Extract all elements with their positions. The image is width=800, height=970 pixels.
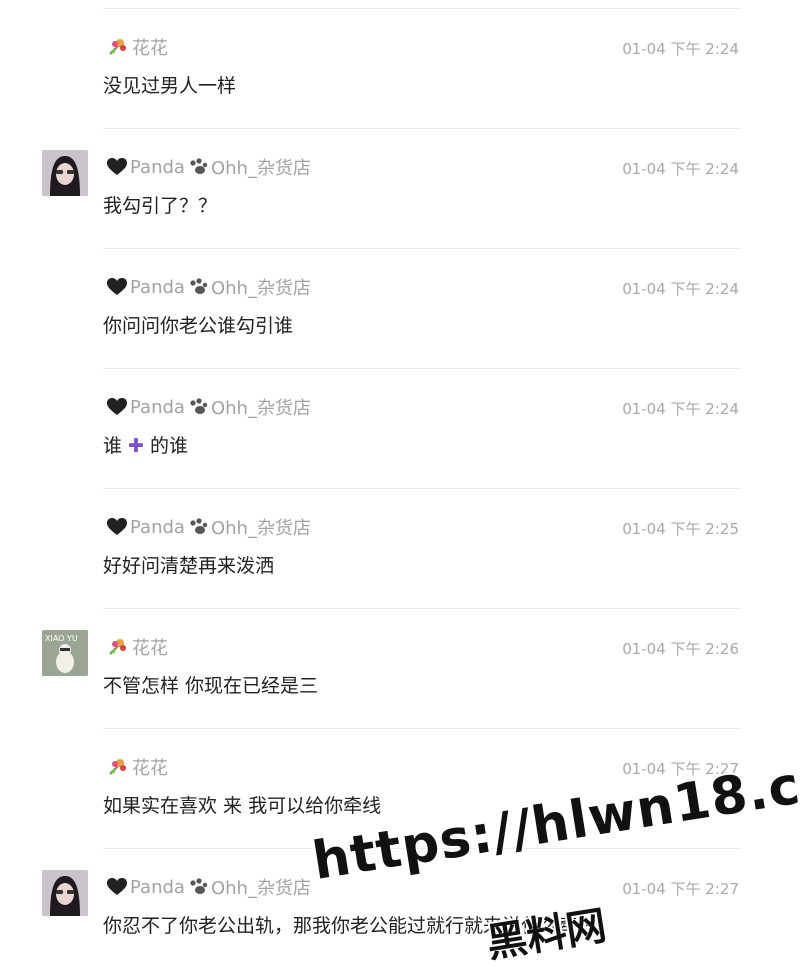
sender-line: Panda Ohh_杂货店 [107,276,311,299]
sender-name[interactable]: Panda [130,277,185,298]
plus-emoji: ✚ [128,435,144,457]
timestamp: 01-04 下午 2:24 [622,400,739,418]
paw-icon [188,518,208,536]
timestamp: 01-04 下午 2:27 [622,760,739,778]
bouquet-icon [107,757,129,777]
sender-line: Panda Ohh_杂货店 [107,156,311,179]
timestamp: 01-04 下午 2:24 [622,280,739,298]
message-item[interactable]: XIAO YU 花花 01-04 下午 2:26 不管怎样 你现在已经是三 [0,609,800,729]
heart-icon [107,878,127,896]
sender-suffix: Ohh_杂货店 [210,518,311,539]
timestamp: 01-04 下午 2:24 [622,40,739,58]
message-text: 谁 ✚ 的谁 [103,435,189,457]
sender-name[interactable]: 花花 [132,754,168,780]
sender-suffix: Ohh_杂货店 [210,398,311,419]
message-text: 没见过男人一样 [103,75,237,97]
sender-line: Panda Ohh_杂货店 [107,396,311,419]
sender-name[interactable]: Panda [130,877,185,898]
paw-icon [188,158,208,176]
timestamp: 01-04 下午 2:25 [622,520,739,538]
message-text: 如果实在喜欢 来 我可以给你牵线 [103,795,382,817]
bouquet-icon [107,37,129,57]
message-item[interactable]: Panda Ohh_杂货店 01-04 下午 2:25 好好问清楚再来泼洒 [0,489,800,609]
sender-name[interactable]: Panda [130,397,185,418]
message-item[interactable]: 花花 01-04 下午 2:27 如果实在喜欢 来 我可以给你牵线 [0,729,800,849]
sender-line: 花花 [107,634,168,660]
message-item[interactable]: Panda Ohh_杂货店 01-04 下午 2:24 谁 ✚ 的谁 [0,369,800,489]
timestamp: 01-04 下午 2:24 [622,160,739,178]
avatar-label: XIAO YU [45,634,78,643]
message-text: 我勾引了？？ [103,195,218,217]
sender-name[interactable]: Panda [130,157,185,178]
sender-line: Panda Ohh_杂货店 [107,516,311,539]
paw-icon [188,398,208,416]
sender-suffix: Ohh_杂货店 [210,878,311,899]
sender-suffix: Ohh_杂货店 [210,278,311,299]
sender-suffix: Ohh_杂货店 [210,158,311,179]
timestamp: 01-04 下午 2:26 [622,640,739,658]
sender-name[interactable]: 花花 [132,634,168,660]
timestamp: 01-04 下午 2:27 [622,880,739,898]
sender-name[interactable]: Panda [130,517,185,538]
message-item[interactable]: 花花 01-04 下午 2:24 没见过男人一样 [0,9,800,129]
heart-icon [107,398,127,416]
avatar[interactable] [42,150,88,196]
message-text: 你问问你老公谁勾引谁 [103,315,294,337]
message-text: 你忍不了你老公出轨，那我你老公能过就行就来说什么牵线 [103,915,598,937]
sender-line: 花花 [107,754,168,780]
avatar[interactable]: XIAO YU [42,630,88,676]
message-item[interactable]: Panda Ohh_杂货店 01-04 下午 2:27 你忍不了你老公出轨，那我… [0,849,800,969]
paw-icon [188,278,208,296]
message-item[interactable]: Panda Ohh_杂货店 01-04 下午 2:24 我勾引了？？ [0,129,800,249]
bouquet-icon [107,637,129,657]
message-item[interactable]: Panda Ohh_杂货店 01-04 下午 2:24 你问问你老公谁勾引谁 [0,249,800,369]
message-text: 不管怎样 你现在已经是三 [103,675,319,697]
avatar[interactable] [42,870,88,916]
heart-icon [107,278,127,296]
paw-icon [188,878,208,896]
sender-line: 花花 [107,34,168,60]
sender-line: Panda Ohh_杂货店 [107,876,311,899]
message-text: 好好问清楚再来泼洒 [103,555,275,577]
heart-icon [107,518,127,536]
sender-name[interactable]: 花花 [132,34,168,60]
heart-icon [107,158,127,176]
